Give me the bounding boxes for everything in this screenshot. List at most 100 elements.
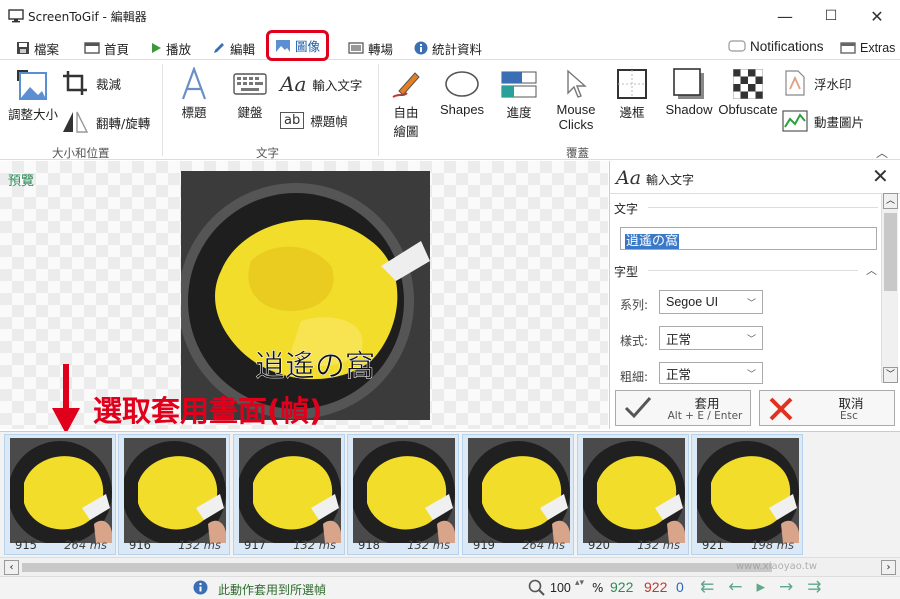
extras-button[interactable]: Extras bbox=[836, 36, 899, 60]
frame-thumbnail[interactable]: 916 132 ms bbox=[118, 434, 230, 555]
frame-duration: 198 ms bbox=[751, 538, 794, 552]
frame-number: 917 bbox=[244, 538, 266, 552]
font-style-select[interactable]: 正常 ﹀ bbox=[659, 326, 763, 350]
progress-button[interactable]: 進度 bbox=[498, 66, 540, 121]
resize-label: 調整大小 bbox=[7, 107, 58, 122]
caption-button[interactable]: 標題 bbox=[172, 66, 216, 121]
first-frame-icon[interactable]: ⇇ bbox=[700, 577, 728, 597]
scroll-left-icon[interactable]: ‹ bbox=[4, 560, 19, 575]
zoom-stepper-icon[interactable]: ▴▾ bbox=[575, 578, 584, 588]
minimize-button[interactable]: — bbox=[762, 0, 808, 32]
notifications-button[interactable]: Notifications bbox=[724, 34, 828, 58]
border-label: 邊框 bbox=[619, 105, 645, 120]
panel-close-button[interactable]: ✕ bbox=[872, 164, 889, 188]
frame-count: 0 bbox=[676, 579, 684, 595]
status-message: 此動作套用到所選幀 bbox=[218, 583, 327, 597]
mouse-label-2: Clicks bbox=[558, 117, 594, 132]
crop-button[interactable]: 裁減 bbox=[62, 70, 121, 96]
chevron-down-icon: ﹀ bbox=[746, 369, 756, 380]
font-family-select[interactable]: Segoe UI ﹀ bbox=[659, 290, 763, 314]
apply-button[interactable]: 套用 Alt + E / Enter bbox=[615, 390, 751, 426]
frame-navigation: ⇇←▸→⇉ bbox=[700, 577, 836, 597]
frame-thumbnail[interactable]: 917 132 ms bbox=[233, 434, 345, 555]
annotation-text: 選取套用畫面(幀) bbox=[93, 394, 323, 428]
group-label-overlay: 覆蓋 bbox=[566, 146, 589, 160]
tab-play[interactable]: 播放 bbox=[146, 36, 195, 60]
border-button[interactable]: 邊框 bbox=[612, 66, 652, 121]
frame-thumbnail[interactable]: 919 264 ms bbox=[462, 434, 574, 555]
progress-label: 進度 bbox=[506, 105, 532, 120]
keyboard-button[interactable]: 鍵盤 bbox=[228, 66, 272, 121]
tab-edit[interactable]: 編輯 bbox=[208, 36, 259, 60]
last-frame-icon[interactable]: ⇉ bbox=[807, 577, 835, 597]
frame-image bbox=[353, 438, 455, 543]
text-input[interactable]: 逍遙の窩 bbox=[620, 227, 877, 250]
play-frame-icon[interactable]: ▸ bbox=[757, 577, 780, 597]
tab-home[interactable]: 首頁 bbox=[80, 36, 133, 60]
tab-file[interactable]: 檔案 bbox=[12, 36, 63, 60]
scroll-right-icon[interactable]: › bbox=[881, 560, 896, 575]
frame-thumbnail[interactable]: 921 198 ms bbox=[691, 434, 803, 555]
extras-label: Extras bbox=[860, 41, 896, 55]
collapse-ribbon-icon[interactable]: ︿ bbox=[876, 144, 888, 161]
mouse-cursor-icon bbox=[567, 69, 587, 98]
obfuscate-button[interactable]: Obfuscate bbox=[718, 66, 778, 117]
input-text-button[interactable]: Aa 輸入文字 bbox=[280, 72, 362, 96]
scroll-up-icon[interactable]: ︿ bbox=[883, 193, 898, 209]
cancel-button[interactable]: 取消 Esc bbox=[759, 390, 895, 426]
close-button[interactable]: ✕ bbox=[854, 0, 900, 32]
text-input-value: 逍遙の窩 bbox=[625, 234, 680, 249]
frame-number: 916 bbox=[129, 538, 151, 552]
frame-duration: 132 ms bbox=[637, 538, 680, 552]
home-icon bbox=[84, 42, 100, 54]
maximize-button[interactable]: ☐ bbox=[808, 0, 854, 32]
cross-icon bbox=[769, 397, 793, 421]
cinemagraph-button[interactable]: 動畫圖片 bbox=[782, 109, 864, 133]
resize-button[interactable]: 調整大小 bbox=[6, 68, 60, 123]
cinemagraph-label: 動畫圖片 bbox=[814, 114, 865, 130]
scroll-down-icon[interactable]: ﹀ bbox=[883, 367, 898, 383]
shadow-button[interactable]: Shadow bbox=[664, 66, 714, 117]
frame-duration: 132 ms bbox=[293, 538, 336, 552]
caption-label: 標題 bbox=[181, 105, 207, 120]
tab-transition[interactable]: 轉場 bbox=[344, 36, 397, 60]
divider bbox=[648, 270, 858, 271]
watermark-button[interactable]: 浮水印 bbox=[784, 70, 852, 96]
mouse-clicks-button[interactable]: Mouse Clicks bbox=[552, 66, 600, 132]
title-frame-button[interactable]: ab 標題幀 bbox=[280, 111, 348, 130]
tab-transition-label: 轉場 bbox=[368, 41, 394, 57]
shapes-button[interactable]: Shapes bbox=[438, 66, 486, 117]
font-weight-select[interactable]: 正常 ﹀ bbox=[659, 362, 763, 384]
play-icon bbox=[152, 43, 161, 53]
next-frame-icon[interactable]: → bbox=[779, 577, 807, 597]
previous-frame-icon[interactable]: ← bbox=[728, 577, 756, 597]
pencil-icon bbox=[214, 43, 224, 53]
chevron-up-icon[interactable]: ︿ bbox=[866, 262, 877, 278]
notifications-label: Notifications bbox=[750, 38, 824, 54]
frame-number: 919 bbox=[473, 538, 495, 552]
frame-thumbnail[interactable]: 920 132 ms bbox=[577, 434, 689, 555]
shapes-icon bbox=[445, 71, 479, 97]
flip-rotate-button[interactable]: 翻轉/旋轉 bbox=[62, 110, 150, 134]
freehand-drawing-icon bbox=[392, 72, 420, 98]
scroll-thumb[interactable] bbox=[22, 563, 772, 572]
panel-scrollbar[interactable]: ︿ ﹀ bbox=[881, 193, 898, 383]
frame-image bbox=[10, 438, 112, 543]
tab-statistics[interactable]: 統計資料 bbox=[410, 36, 486, 60]
tab-home-label: 首頁 bbox=[104, 41, 130, 57]
freehand-button[interactable]: 自由 繪圖 bbox=[386, 66, 426, 140]
font-family-value: Segoe UI bbox=[666, 295, 719, 309]
tab-image[interactable]: 圖像 bbox=[266, 30, 330, 61]
checkmark-icon bbox=[624, 397, 652, 419]
cancel-shortcut: Esc bbox=[840, 410, 858, 422]
zoom-value[interactable]: 100 bbox=[550, 581, 571, 595]
tab-file-label: 檔案 bbox=[34, 41, 60, 57]
image-icon bbox=[276, 39, 290, 52]
divider bbox=[609, 193, 900, 194]
frame-thumbnail[interactable]: 918 132 ms bbox=[347, 434, 459, 555]
divider bbox=[648, 207, 878, 208]
annotation-arrow bbox=[52, 364, 80, 434]
frame-thumbnail[interactable]: 915 264 ms bbox=[4, 434, 116, 555]
scroll-thumb[interactable] bbox=[884, 213, 897, 291]
chevron-down-icon: ﹀ bbox=[746, 334, 756, 345]
